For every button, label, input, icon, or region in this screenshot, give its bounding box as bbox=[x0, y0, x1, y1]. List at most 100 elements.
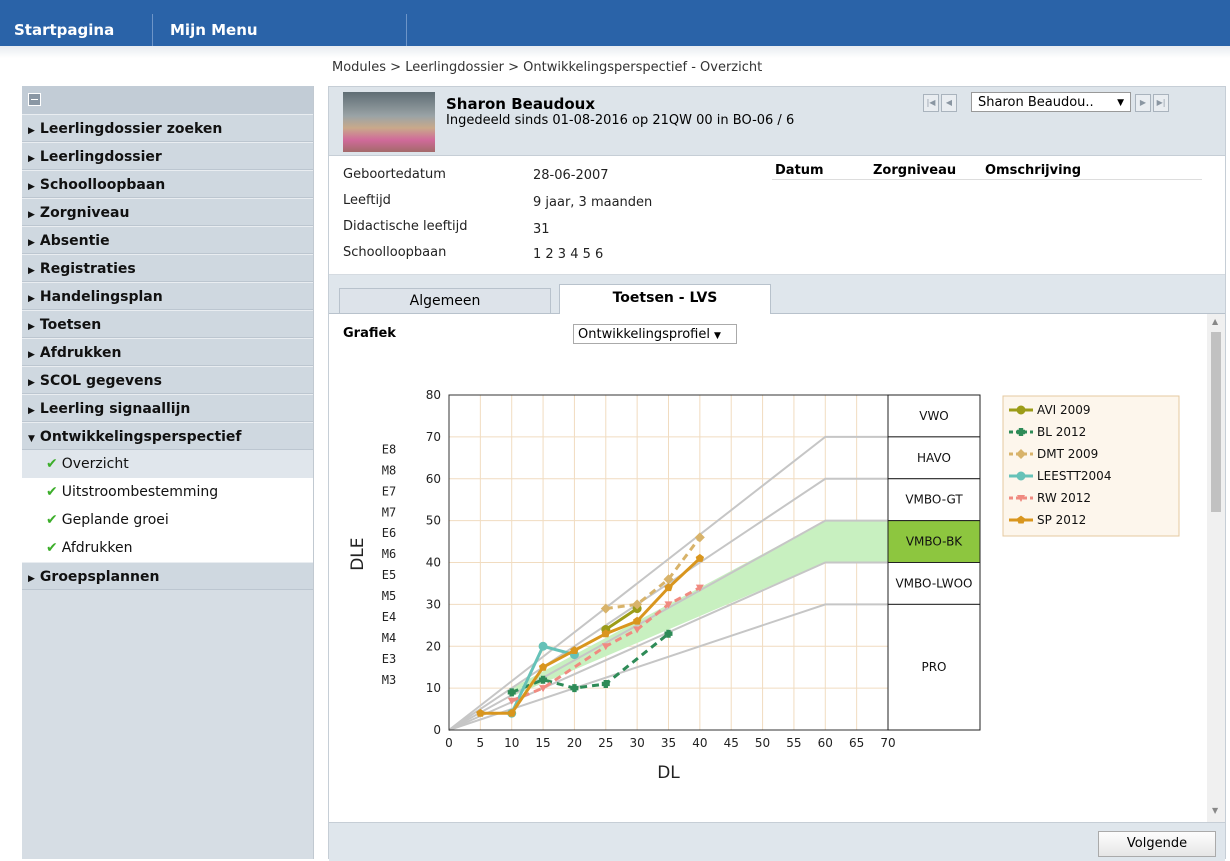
sidebar-item-toetsen[interactable]: ▶ Toetsen bbox=[22, 310, 313, 338]
grafiek-label: Grafiek bbox=[343, 326, 396, 341]
x-tick-label: 40 bbox=[692, 736, 707, 750]
checkmark-icon: ✔ bbox=[46, 512, 58, 528]
level-label: M7 bbox=[382, 505, 396, 519]
y-tick-label: 0 bbox=[433, 723, 441, 737]
data-point bbox=[1016, 405, 1026, 415]
tab-toetsen-lvs[interactable]: Toetsen - LVS bbox=[559, 284, 771, 314]
development-profile-chart: 0 5 10 15 20 25 30 35 40 45 50 55 60 65 70 0 10 20 30 40 50 6… bbox=[348, 388, 1180, 783]
legend-label: BL 2012 bbox=[1037, 425, 1086, 439]
data-point bbox=[538, 641, 548, 651]
vertical-scrollbar[interactable]: ▲ ▼ bbox=[1207, 314, 1225, 822]
triangle-right-icon: ▶ bbox=[28, 154, 35, 164]
sidebar-subitem-afdrukken[interactable]: ✔ Afdrukken bbox=[22, 534, 313, 562]
column-header-omschrijving: Omschrijving bbox=[985, 163, 1082, 178]
sidebar-item-label: Afdrukken bbox=[39, 345, 122, 361]
x-tick-label: 35 bbox=[661, 736, 676, 750]
x-tick-label: 60 bbox=[818, 736, 833, 750]
sidebar-subitem-label: Afdrukken bbox=[61, 540, 133, 556]
x-tick-label: 45 bbox=[724, 736, 739, 750]
sidebar-header bbox=[22, 86, 313, 114]
data-point bbox=[1016, 471, 1026, 481]
student-select-value: Sharon Beaudou.. bbox=[978, 95, 1094, 110]
last-student-icon[interactable]: ▶| bbox=[1153, 94, 1169, 112]
first-student-icon[interactable]: |◀ bbox=[923, 94, 939, 112]
sidebar-item-handelingsplan[interactable]: ▶ Handelingsplan bbox=[22, 282, 313, 310]
top-bar-shadow bbox=[0, 46, 1230, 58]
y-tick-label: 50 bbox=[426, 514, 441, 528]
triangle-right-icon: ▶ bbox=[28, 574, 35, 584]
sidebar-item-label: Handelingsplan bbox=[39, 289, 163, 305]
scroll-down-icon[interactable]: ▼ bbox=[1212, 806, 1218, 815]
data-point bbox=[695, 553, 705, 562]
zone-label: VMBO-BK bbox=[906, 535, 963, 549]
scroll-up-icon[interactable]: ▲ bbox=[1212, 317, 1218, 326]
level-label: E4 bbox=[382, 610, 396, 624]
triangle-right-icon: ▶ bbox=[28, 294, 35, 304]
sidebar-subitem-overzicht[interactable]: ✔ Overzicht bbox=[22, 450, 313, 478]
sidebar-item-leerlingdossier-zoeken[interactable]: ▶ Leerlingdossier zoeken bbox=[22, 114, 313, 142]
level-label: M4 bbox=[382, 631, 396, 645]
sidebar-item-ontwikkelingsperspectief[interactable]: ▼ Ontwikkelingsperspectief bbox=[22, 422, 313, 450]
checkmark-icon: ✔ bbox=[46, 484, 58, 500]
sidebar-item-leerling-signaallijn[interactable]: ▶ Leerling signaallijn bbox=[22, 394, 313, 422]
dropdown-arrow-icon: ▼ bbox=[713, 331, 721, 341]
tab-algemeen[interactable]: Algemeen bbox=[339, 288, 551, 313]
sidebar-subitem-geplande-groei[interactable]: ✔ Geplande groei bbox=[22, 506, 313, 534]
x-tick-label: 15 bbox=[535, 736, 550, 750]
zone-label: VWO bbox=[919, 409, 949, 423]
data-point bbox=[694, 532, 705, 543]
x-tick-label: 0 bbox=[445, 736, 453, 750]
y-tick-label: 60 bbox=[426, 472, 441, 486]
table-divider bbox=[772, 179, 1202, 180]
sidebar-item-groepsplannen[interactable]: ▶ Groepsplannen bbox=[22, 562, 313, 590]
sidebar-item-scol-gegevens[interactable]: ▶ SCOL gegevens bbox=[22, 366, 313, 394]
y-tick-label: 80 bbox=[426, 388, 441, 402]
breadcrumb: Modules > Leerlingdossier > Ontwikkeling… bbox=[332, 60, 763, 75]
sidebar-item-afdrukken[interactable]: ▶ Afdrukken bbox=[22, 338, 313, 366]
schoolloopbaan-value: 1 2 3 4 5 6 bbox=[533, 247, 604, 262]
nav-mijn-menu[interactable]: Mijn Menu bbox=[170, 14, 258, 46]
nav-separator bbox=[152, 14, 153, 46]
triangle-right-icon: ▶ bbox=[28, 238, 35, 248]
sidebar-item-zorgniveau[interactable]: ▶ Zorgniveau bbox=[22, 198, 313, 226]
triangle-right-icon: ▶ bbox=[28, 266, 35, 276]
zone-label: VMBO-GT bbox=[905, 493, 963, 507]
sidebar-item-registraties[interactable]: ▶ Registraties bbox=[22, 254, 313, 282]
collapse-icon[interactable] bbox=[28, 93, 41, 106]
nav-startpagina[interactable]: Startpagina bbox=[14, 14, 114, 46]
next-student-icon[interactable]: ▶ bbox=[1135, 94, 1151, 112]
checkmark-icon: ✔ bbox=[46, 540, 58, 556]
volgende-button[interactable]: Volgende bbox=[1098, 831, 1216, 857]
scrollbar-thumb[interactable] bbox=[1211, 332, 1221, 512]
y-tick-label: 40 bbox=[426, 556, 441, 570]
chart-type-select[interactable]: Ontwikkelingsprofiel ▼ bbox=[573, 324, 737, 344]
sidebar-item-label: Zorgniveau bbox=[39, 205, 130, 221]
triangle-right-icon: ▶ bbox=[28, 182, 35, 192]
zone-label: HAVO bbox=[917, 451, 951, 465]
level-label: M8 bbox=[382, 463, 396, 477]
level-label: E5 bbox=[382, 568, 396, 582]
chart-type-value: Ontwikkelingsprofiel bbox=[578, 327, 710, 342]
previous-student-icon[interactable]: ◀ bbox=[941, 94, 957, 112]
triangle-right-icon: ▶ bbox=[28, 126, 35, 136]
chart-content: Grafiek Ontwikkelingsprofiel ▼ 0 5 10 15 20 25… bbox=[329, 314, 1207, 822]
sidebar-item-label: Leerling signaallijn bbox=[39, 401, 191, 417]
sidebar-item-label: Absentie bbox=[39, 233, 110, 249]
leeftijd-label: Leeftijd bbox=[343, 193, 391, 208]
checkmark-icon: ✔ bbox=[46, 456, 58, 472]
legend-label: SP 2012 bbox=[1037, 513, 1086, 527]
x-tick-label: 50 bbox=[755, 736, 770, 750]
didactische-leeftijd-label: Didactische leeftijd bbox=[343, 219, 468, 234]
sidebar-item-schoolloopbaan[interactable]: ▶ Schoolloopbaan bbox=[22, 170, 313, 198]
triangle-down-icon: ▼ bbox=[28, 434, 35, 444]
data-point bbox=[570, 684, 579, 693]
tab-strip: Algemeen Toetsen - LVS bbox=[329, 275, 1225, 314]
x-tick-label: 10 bbox=[504, 736, 519, 750]
zone-label: PRO bbox=[921, 660, 946, 674]
sidebar-item-absentie[interactable]: ▶ Absentie bbox=[22, 226, 313, 254]
sidebar-subitem-uitstroombestemming[interactable]: ✔ Uitstroombestemming bbox=[22, 478, 313, 506]
sidebar-subitem-label: Geplande groei bbox=[61, 512, 169, 528]
sidebar-item-leerlingdossier[interactable]: ▶ Leerlingdossier bbox=[22, 142, 313, 170]
student-select[interactable]: Sharon Beaudou.. ▼ bbox=[971, 92, 1131, 112]
level-label: M3 bbox=[382, 673, 396, 687]
